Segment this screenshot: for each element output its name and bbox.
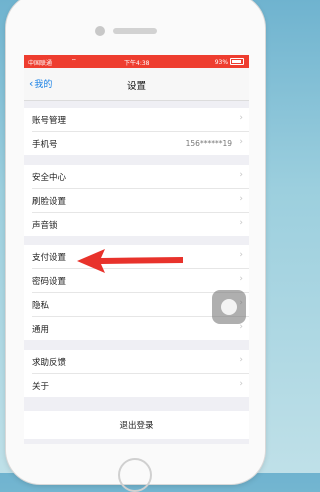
status-bar: 中国联通 ⌔ 下午4:38 93%	[24, 55, 249, 68]
battery-icon	[230, 58, 244, 65]
chevron-right-icon: ›	[239, 194, 243, 204]
settings-item-label: 隐私	[32, 301, 50, 311]
navigation-bar: ‹我的 设置	[24, 68, 249, 101]
settings-item-label: 声音锁	[32, 221, 58, 231]
earpiece-speaker	[113, 28, 157, 34]
settings-item-label: 刷脸设置	[32, 197, 67, 207]
settings-group-security: 安全中心 › 刷脸设置 › 声音锁 ›	[24, 165, 249, 236]
settings-item-label: 手机号	[32, 140, 58, 150]
battery-percent: 93%	[214, 59, 229, 66]
settings-group-account: 账号管理 › 手机号 156******19 ›	[24, 108, 249, 155]
chevron-right-icon: ›	[239, 379, 243, 389]
assistive-touch-button[interactable]	[212, 290, 246, 324]
battery-status: 93%	[215, 58, 244, 66]
front-camera	[95, 26, 105, 36]
settings-item-label: 密码设置	[32, 277, 67, 287]
carrier-label: 中国联通	[28, 60, 53, 67]
chevron-right-icon: ›	[239, 170, 243, 180]
home-button[interactable]	[118, 458, 152, 492]
chevron-right-icon: ›	[239, 274, 243, 284]
logout-label: 退出登录	[119, 421, 154, 431]
settings-item-voice-lock[interactable]: 声音锁 ›	[32, 213, 249, 236]
red-arrow-annotation	[77, 249, 183, 273]
wifi-icon: ⌔	[71, 58, 77, 65]
settings-item-face-settings[interactable]: 刷脸设置 ›	[32, 189, 249, 213]
settings-item-label: 通用	[32, 325, 50, 335]
settings-item-help-feedback[interactable]: 求助反馈 ›	[32, 350, 249, 374]
settings-item-security-center[interactable]: 安全中心 ›	[32, 165, 249, 189]
settings-item-label: 求助反馈	[32, 358, 67, 368]
settings-item-phone-number[interactable]: 手机号 156******19 ›	[32, 132, 249, 155]
phone-number-value: 156******19	[185, 139, 232, 148]
status-time: 下午4:38	[124, 60, 150, 67]
settings-item-label: 账号管理	[32, 116, 67, 126]
chevron-right-icon: ›	[239, 113, 243, 123]
chevron-right-icon: ›	[239, 218, 243, 228]
settings-item-label: 关于	[32, 382, 50, 392]
chevron-right-icon: ›	[239, 250, 243, 260]
settings-item-label: 安全中心	[32, 173, 67, 183]
page-title: 设置	[126, 81, 146, 92]
phone-frame: 中国联通 ⌔ 下午4:38 93% ‹我的 设置 账号管理 › 手机号 156*…	[6, 0, 265, 492]
chevron-right-icon: ›	[239, 355, 243, 365]
chevron-right-icon: ›	[239, 137, 243, 147]
settings-item-about[interactable]: 关于 ›	[32, 374, 249, 397]
logout-button[interactable]: 退出登录	[24, 411, 249, 439]
settings-group-help: 求助反馈 › 关于 ›	[24, 350, 249, 397]
settings-item-account-management[interactable]: 账号管理 ›	[32, 108, 249, 132]
settings-item-label: 支付设置	[32, 253, 67, 263]
